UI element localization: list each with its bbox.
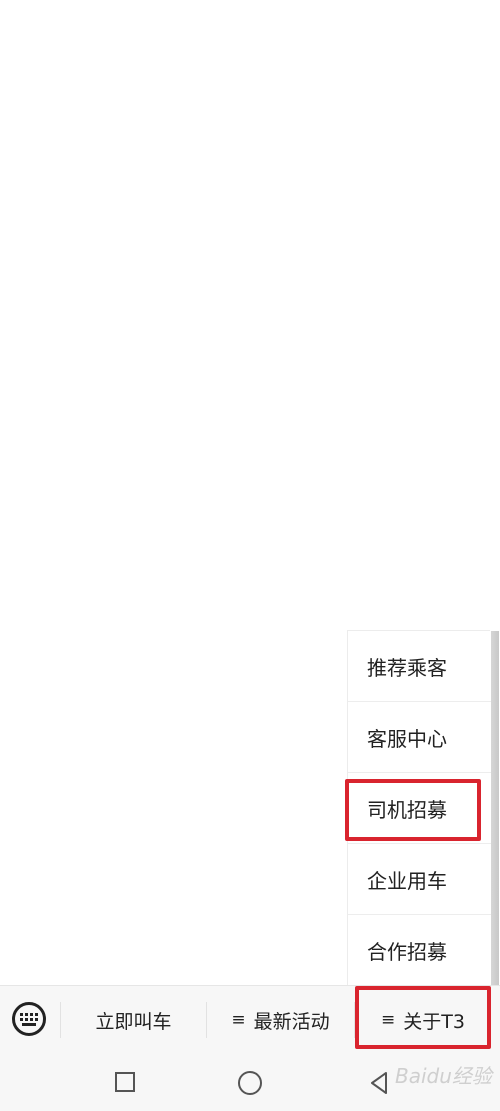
menu-lines-icon: ≡ [231, 1010, 246, 1030]
call-car-label: 立即叫车 [95, 1010, 172, 1033]
popup-menu: 推荐乘客 客服中心 司机招募 企业用车 合作招募 [347, 630, 499, 987]
home-icon[interactable] [238, 1071, 262, 1095]
bottom-toolbar: 立即叫车 ≡ 最新活动 ≡ 关于T3 [0, 985, 500, 1053]
menu-lines-icon: ≡ [381, 1010, 396, 1030]
menu-item-label: 客服中心 [367, 726, 447, 751]
recent-apps-icon[interactable] [115, 1072, 135, 1092]
about-t3-label: 关于T3 [403, 1010, 465, 1033]
screen: 推荐乘客 客服中心 司机招募 企业用车 合作招募 立即叫车 ≡ 最新活动 ≡ 关… [0, 0, 500, 1111]
latest-activity-button[interactable]: ≡ 最新活动 [207, 986, 354, 1054]
menu-item-recommend-passenger[interactable]: 推荐乘客 [348, 631, 491, 702]
menu-item-label: 司机招募 [367, 797, 447, 822]
latest-activity-label: 最新活动 [253, 1010, 330, 1033]
menu-item-customer-service[interactable]: 客服中心 [348, 702, 491, 773]
back-icon[interactable] [368, 1071, 390, 1095]
about-t3-button[interactable]: ≡ 关于T3 [355, 986, 491, 1054]
menu-item-label: 推荐乘客 [367, 655, 447, 680]
menu-item-enterprise-car[interactable]: 企业用车 [348, 844, 491, 915]
watermark: Baidu经验 [395, 1064, 492, 1088]
menu-item-driver-recruitment[interactable]: 司机招募 [348, 773, 491, 844]
menu-item-label: 企业用车 [367, 868, 447, 893]
menu-item-label: 合作招募 [367, 940, 447, 964]
keyboard-icon[interactable] [12, 1002, 46, 1036]
menu-item-partner-recruitment[interactable]: 合作招募 [348, 915, 491, 986]
call-car-button[interactable]: 立即叫车 [61, 986, 206, 1054]
